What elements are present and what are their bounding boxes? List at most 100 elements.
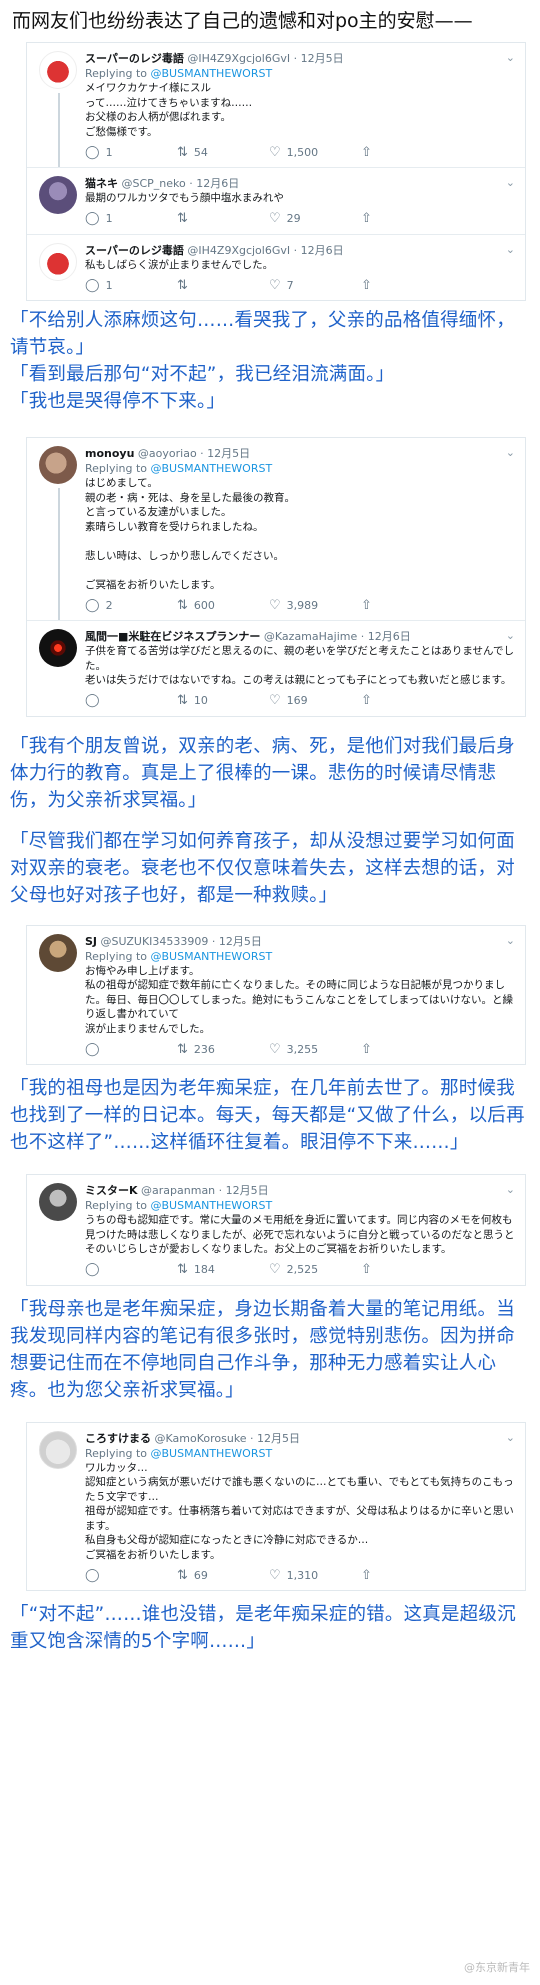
mention-link[interactable]: @BUSMANTHEWORST bbox=[151, 1447, 273, 1460]
mention-link[interactable]: @BUSMANTHEWORST bbox=[151, 950, 273, 963]
retweet-button[interactable]: ⇅ 10 bbox=[177, 693, 269, 708]
chevron-down-icon[interactable]: ⌄ bbox=[506, 629, 515, 642]
avatar[interactable] bbox=[39, 51, 77, 89]
reply-button[interactable]: ◯ bbox=[85, 1042, 177, 1057]
like-button[interactable]: ♡ 3,255 bbox=[269, 1042, 361, 1057]
share-button[interactable]: ⇧ bbox=[361, 1262, 381, 1277]
replying-to: Replying to @BUSMANTHEWORST bbox=[85, 67, 273, 80]
tweet-actions: ◯ 1 ⇅ ♡ 7 ⇧ bbox=[85, 274, 515, 296]
user-name[interactable]: 風間一■米駐在ビジネスプランナー bbox=[85, 630, 260, 643]
reply-icon: ◯ bbox=[85, 211, 100, 226]
chevron-down-icon[interactable]: ⌄ bbox=[506, 176, 515, 189]
tweet-card-4: ⌄ ミスターK @arapanman · 12月5日 Replying to @… bbox=[26, 1174, 526, 1286]
retweet-button[interactable]: ⇅ 54 bbox=[177, 145, 269, 160]
mention-link[interactable]: @BUSMANTHEWORST bbox=[151, 1199, 273, 1212]
heart-icon: ♡ bbox=[269, 1567, 281, 1583]
user-handle: @KamoKorosuke · 12月5日 bbox=[154, 1431, 301, 1445]
tweet[interactable]: ⌄ 猫ネキ @SCP_neko · 12月6日 最期のワルカツタでもう顔中塩水ま… bbox=[27, 167, 525, 234]
tweet-actions: ◯ ⇅ 236 ♡ 3,255 ⇧ bbox=[85, 1038, 515, 1060]
tweet[interactable]: ⌄ ミスターK @arapanman · 12月5日 Replying to @… bbox=[27, 1175, 525, 1285]
user-name[interactable]: スーパーのレジ毒語 bbox=[85, 52, 184, 65]
avatar[interactable] bbox=[39, 242, 77, 281]
share-icon: ⇧ bbox=[361, 597, 372, 613]
share-button[interactable]: ⇧ bbox=[361, 145, 381, 160]
share-button[interactable]: ⇧ bbox=[361, 693, 381, 708]
share-icon: ⇧ bbox=[361, 1567, 372, 1583]
tweet[interactable]: ⌄ スーパーのレジ毒語 @IH4Z9Xgcjol6GvI · 12月5日 Rep… bbox=[27, 43, 525, 167]
avatar[interactable] bbox=[39, 933, 77, 972]
chevron-down-icon[interactable]: ⌄ bbox=[506, 446, 515, 459]
reply-button[interactable]: ◯ bbox=[85, 693, 177, 708]
share-button[interactable]: ⇧ bbox=[361, 598, 381, 613]
like-button[interactable]: ♡ 7 bbox=[269, 278, 361, 293]
retweet-button[interactable]: ⇅ 236 bbox=[177, 1042, 269, 1057]
user-name[interactable]: monoyu bbox=[85, 447, 134, 460]
reply-button[interactable]: ◯ bbox=[85, 1568, 177, 1583]
reply-icon: ◯ bbox=[85, 597, 100, 613]
retweet-button[interactable]: ⇅ bbox=[177, 211, 269, 226]
tweet[interactable]: ⌄ ころすけまる @KamoKorosuke · 12月5日 Replying … bbox=[27, 1423, 525, 1591]
reply-icon: ◯ bbox=[85, 277, 100, 293]
share-button[interactable]: ⇧ bbox=[361, 1568, 381, 1583]
tweet-actions: ◯ ⇅ 184 ♡ 2,525 ⇧ bbox=[85, 1259, 515, 1281]
translation-caption: 「尽管我们都在学习如何养育孩子，却从没想过要学习如何面对双亲的衰老。衰老也不仅仅… bbox=[10, 830, 515, 906]
retweet-icon: ⇅ bbox=[177, 597, 188, 613]
avatar[interactable] bbox=[39, 1430, 77, 1469]
replying-to: Replying to @BUSMANTHEWORST bbox=[85, 1199, 273, 1212]
reply-button[interactable]: ◯ 1 bbox=[85, 145, 177, 160]
tweet-card-3: ⌄ SJ @SUZUKI34533909 · 12月5日 Replying to… bbox=[26, 924, 526, 1065]
reply-icon: ◯ bbox=[85, 1567, 100, 1583]
reply-button[interactable]: ◯ bbox=[85, 1262, 177, 1277]
share-button[interactable]: ⇧ bbox=[361, 211, 381, 226]
like-button[interactable]: ♡ 169 bbox=[269, 693, 361, 708]
user-name[interactable]: ミスターK bbox=[85, 1184, 138, 1197]
reply-button[interactable]: ◯ 1 bbox=[85, 211, 177, 226]
user-handle: @aoyoriao · 12月5日 bbox=[137, 447, 251, 460]
like-button[interactable]: ♡ 1,310 bbox=[269, 1568, 361, 1583]
retweet-button[interactable]: ⇅ 69 bbox=[177, 1568, 269, 1583]
avatar[interactable] bbox=[39, 446, 77, 484]
like-button[interactable]: ♡ 3,989 bbox=[269, 598, 361, 613]
retweet-icon: ⇅ bbox=[177, 211, 188, 226]
intro-text: 而网友们也纷纷表达了自己的遗憾和对po主的安慰—— bbox=[12, 10, 473, 32]
user-name[interactable]: スーパーのレジ毒語 bbox=[85, 244, 184, 257]
reply-icon: ◯ bbox=[85, 693, 100, 708]
chevron-down-icon[interactable]: ⌄ bbox=[506, 934, 515, 947]
tweet[interactable]: ⌄ 風間一■米駐在ビジネスプランナー @KazamaHajime · 12月6日… bbox=[27, 620, 525, 716]
like-button[interactable]: ♡ 1,500 bbox=[269, 145, 361, 160]
user-name[interactable]: SJ bbox=[85, 935, 97, 948]
reply-button[interactable]: ◯ 1 bbox=[85, 278, 177, 293]
like-button[interactable]: ♡ 2,525 bbox=[269, 1262, 361, 1277]
chevron-down-icon[interactable]: ⌄ bbox=[506, 1431, 515, 1444]
replying-to: Replying to @BUSMANTHEWORST bbox=[85, 1446, 273, 1460]
mention-link[interactable]: @BUSMANTHEWORST bbox=[151, 462, 273, 475]
retweet-button[interactable]: ⇅ 184 bbox=[177, 1262, 269, 1277]
translation-caption: 「我母亲也是老年痴呆症，身边长期备着大量的笔记用纸。当我发现同样内容的笔记有很多… bbox=[10, 1298, 515, 1401]
reply-button[interactable]: ◯ 2 bbox=[85, 598, 177, 613]
retweet-icon: ⇅ bbox=[177, 693, 188, 708]
mention-link[interactable]: @BUSMANTHEWORST bbox=[151, 67, 273, 80]
chevron-down-icon[interactable]: ⌄ bbox=[506, 243, 515, 256]
like-button[interactable]: ♡ 29 bbox=[269, 211, 361, 226]
retweet-button[interactable]: ⇅ 600 bbox=[177, 598, 269, 613]
retweet-icon: ⇅ bbox=[177, 1262, 188, 1277]
avatar[interactable] bbox=[39, 1183, 77, 1221]
tweet[interactable]: ⌄ SJ @SUZUKI34533909 · 12月5日 Replying to… bbox=[27, 926, 525, 1065]
user-name[interactable]: 猫ネキ bbox=[85, 177, 118, 190]
tweet-actions: ◯ 1 ⇅ ♡ 29 ⇧ bbox=[85, 208, 515, 230]
tweet[interactable]: ⌄ スーパーのレジ毒語 @IH4Z9Xgcjol6GvI · 12月6日 私もし… bbox=[27, 233, 525, 301]
chevron-down-icon[interactable]: ⌄ bbox=[506, 51, 515, 64]
chevron-down-icon[interactable]: ⌄ bbox=[506, 1183, 515, 1196]
share-button[interactable]: ⇧ bbox=[361, 1042, 381, 1057]
tweet-text: はじめまして。 親の老・病・死は、身を呈した最後の教育。 と言っている友達がいま… bbox=[85, 477, 295, 591]
user-handle: @SCP_neko · 12月6日 bbox=[121, 177, 240, 190]
heart-icon: ♡ bbox=[269, 144, 281, 160]
retweet-button[interactable]: ⇅ bbox=[177, 278, 269, 293]
avatar[interactable] bbox=[39, 629, 77, 667]
tweet[interactable]: ⌄ monoyu @aoyoriao · 12月5日 Replying to @… bbox=[27, 438, 525, 620]
tweet-text: メイワクカケナイ様にスル って……泣けてきちゃいますね…… お父様のお人柄が偲ば… bbox=[85, 82, 253, 138]
avatar[interactable] bbox=[39, 176, 77, 214]
user-name[interactable]: ころすけまる bbox=[85, 1432, 151, 1445]
share-button[interactable]: ⇧ bbox=[361, 278, 381, 293]
user-handle: @IH4Z9Xgcjol6GvI · 12月5日 bbox=[187, 52, 344, 65]
